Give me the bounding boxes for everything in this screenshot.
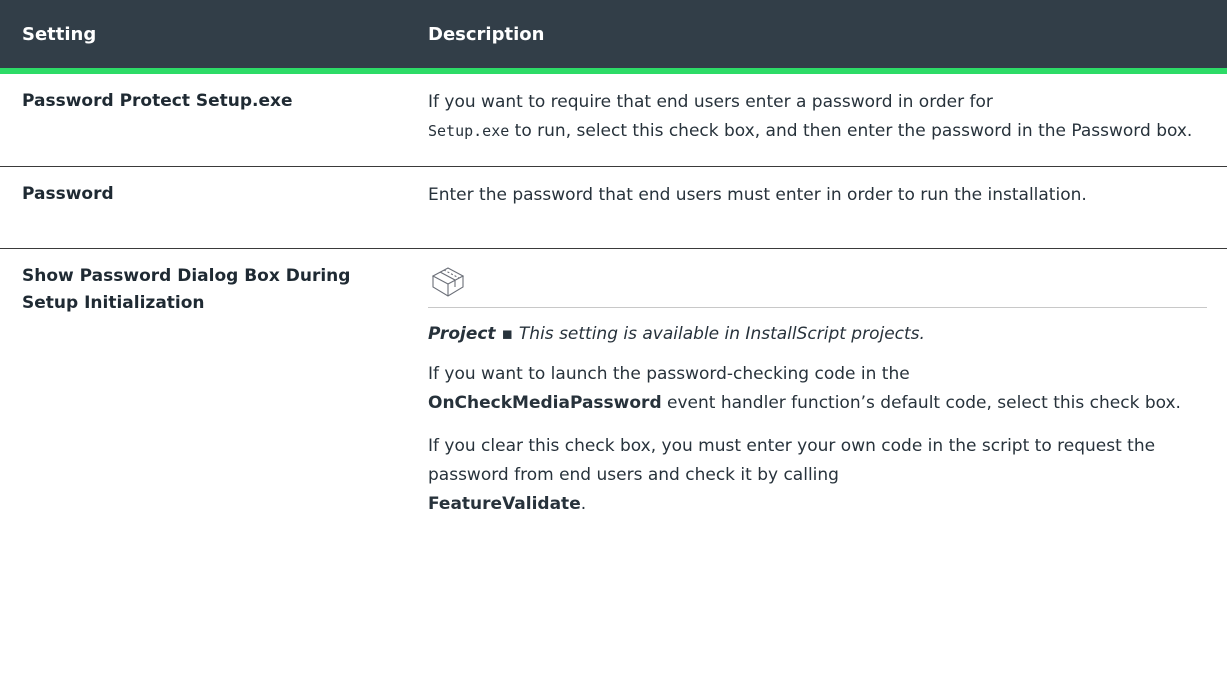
- desc-code: Setup.exe: [428, 122, 510, 140]
- setting-description: Project ▪ This setting is available in I…: [428, 249, 1227, 599]
- project-label: Project: [428, 324, 496, 344]
- para-text: If you want to launch the password-check…: [428, 364, 910, 384]
- function-name: FeatureValidate: [428, 494, 581, 514]
- description-column-header: Description: [428, 23, 545, 45]
- project-separator: ▪: [495, 324, 519, 344]
- para-text: .: [580, 494, 587, 514]
- table-row: Password Enter the password that end use…: [0, 167, 1227, 249]
- project-note: Project ▪ This setting is available in I…: [428, 322, 1207, 346]
- description-paragraph: If you want to launch the password-check…: [428, 360, 1207, 418]
- table-header: Setting Description: [0, 0, 1227, 74]
- function-name: OnCheckMediaPassword: [428, 393, 662, 413]
- desc-text: to run, select this check box, and then …: [509, 121, 1193, 141]
- setting-description: If you want to require that end users en…: [428, 74, 1227, 166]
- desc-text: If you want to require that end users en…: [428, 92, 993, 112]
- settings-table: Setting Description Password Protect Set…: [0, 0, 1227, 599]
- icon-container: [428, 263, 1207, 308]
- setting-name: Show Password Dialog Box During Setup In…: [22, 266, 351, 313]
- setting-name: Password: [22, 184, 114, 204]
- para-text: event handler function’s default code, s…: [661, 393, 1181, 413]
- description-paragraph: If you clear this check box, you must en…: [428, 432, 1207, 519]
- box-package-icon: [430, 267, 466, 304]
- setting-description: Enter the password that end users must e…: [428, 185, 1087, 205]
- setting-column-header: Setting: [22, 23, 97, 45]
- table-row: Password Protect Setup.exe If you want t…: [0, 74, 1227, 167]
- para-text: If you clear this check box, you must en…: [428, 436, 1156, 485]
- project-text: This setting is available in InstallScri…: [518, 324, 925, 344]
- setting-name: Password Protect Setup.exe: [22, 91, 293, 111]
- table-row: Show Password Dialog Box During Setup In…: [0, 249, 1227, 599]
